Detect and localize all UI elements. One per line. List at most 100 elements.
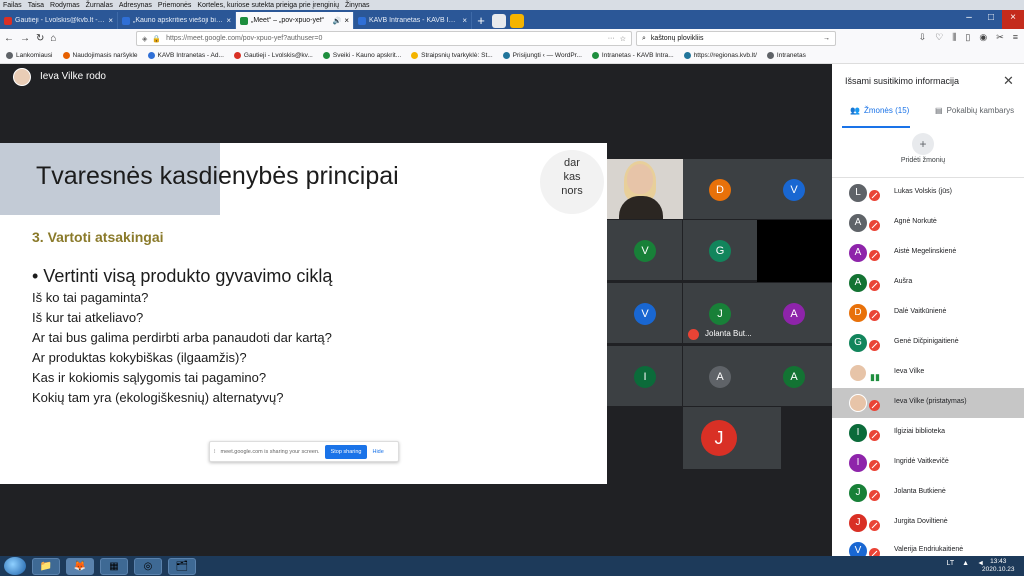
menu-help[interactable]: Žinynas: [345, 2, 370, 9]
mic-off-icon: [869, 490, 880, 501]
close-tab-icon[interactable]: ×: [226, 16, 231, 25]
firefox-icon: [62, 52, 70, 59]
participant-row[interactable]: I Ingridė Vaitkevičė: [832, 448, 1024, 478]
wordpress-icon: [683, 52, 691, 59]
chrome-icon[interactable]: ◎: [134, 557, 162, 575]
search-input[interactable]: ⌕ kaštonų plovikliis →: [636, 31, 836, 46]
bookmark-star-icon[interactable]: ☆: [620, 35, 626, 43]
tab-title: Gautieji - Lvolskis@kvb.lt - Kaun: [15, 17, 105, 24]
participant-row[interactable]: J Jolanta Butkienė: [832, 478, 1024, 508]
stop-sharing-button[interactable]: Stop sharing: [324, 444, 368, 459]
reload-icon[interactable]: ↻: [36, 33, 44, 44]
participant-row[interactable]: J Jurgita Doviltienė: [832, 508, 1024, 538]
tab-chat[interactable]: ▤ Pokalbių kambarys: [935, 106, 1014, 115]
file-explorer-icon[interactable]: 📁: [32, 557, 60, 575]
search-go-icon[interactable]: →: [823, 35, 830, 42]
minimize-icon[interactable]: –: [958, 10, 980, 29]
tab-title: „Meet“ – „pov-xpuo-yef“: [251, 17, 325, 24]
participant-row[interactable]: D Dalė Vaitkūnienė: [832, 298, 1024, 328]
menu-bookmarks[interactable]: Adresynas: [119, 2, 152, 9]
network-icon[interactable]: ▲: [962, 560, 969, 567]
bookmark-item[interactable]: Naudojimasis naršykle: [62, 52, 138, 59]
browser-tab-library[interactable]: „Kauno apskrities viešoji biblioteka ×: [118, 12, 236, 29]
bookmark-item[interactable]: Intranetas - KAVB Intra...: [591, 52, 674, 59]
participant-row[interactable]: L Lukas Volskis (jūs): [832, 178, 1024, 208]
bookmark-item[interactable]: Intranetas: [766, 52, 806, 59]
close-tab-icon[interactable]: ×: [108, 16, 113, 25]
tab-strip: Gautieji - Lvolskis@kvb.lt - Kaun × „Kau…: [0, 10, 1024, 29]
drag-handle-icon[interactable]: ⁞: [214, 449, 216, 455]
browser-tab-gmail[interactable]: Gautieji - Lvolskis@kvb.lt - Kaun ×: [0, 12, 118, 29]
participant-row[interactable]: V Valerija Endriukaitienė: [832, 536, 1024, 556]
close-icon[interactable]: ✕: [1003, 73, 1014, 89]
panel-title: Išsami susitikimo informacija: [845, 76, 960, 86]
participant-avatar: I: [634, 366, 656, 388]
app-icon[interactable]: ▦: [100, 557, 128, 575]
browser-tab-intranet[interactable]: KAVB Intranetas - KAVB Intranet ×: [354, 12, 472, 29]
participant-row[interactable]: G Genė Dičpinigaitienė: [832, 328, 1024, 358]
extension-icon[interactable]: [492, 14, 506, 28]
menu-device-tabs[interactable]: Korteles, kuriose sutekta prieiga prie į…: [197, 2, 339, 9]
menu-file[interactable]: Failas: [3, 2, 22, 9]
avatar: G: [849, 334, 867, 352]
bookmark-item[interactable]: Straipsnių tvarkyklė: St...: [411, 52, 493, 59]
browser-tab-meet[interactable]: „Meet“ – „pov-xpuo-yef“ 🔊 ×: [236, 12, 354, 29]
close-window-icon[interactable]: ×: [1002, 10, 1024, 29]
firefox-icon[interactable]: 🦊: [66, 557, 94, 575]
url-bar[interactable]: ◈ 🔒 https://meet.google.com/pov-xpuo-yef…: [136, 31, 632, 46]
clock[interactable]: 13:43 2020.10.23: [982, 558, 1015, 574]
account-icon[interactable]: ◉: [979, 32, 987, 43]
participant-row[interactable]: I Ilgiziai biblioteka: [832, 418, 1024, 448]
screenshot-icon[interactable]: ✂: [996, 32, 1004, 43]
bookmark-item[interactable]: Gautieji - Lvolskis@kv...: [233, 52, 313, 59]
speaker-icon[interactable]: 🔊: [333, 17, 342, 25]
menu-tools[interactable]: Priemonės: [158, 2, 191, 9]
participant-avatar: A: [783, 366, 805, 388]
folder-icon[interactable]: 🗂: [168, 557, 196, 575]
participant-avatar: A: [709, 366, 731, 388]
maximize-icon[interactable]: □: [980, 10, 1002, 29]
participant-name: Aušra: [894, 278, 913, 285]
bookmark-item[interactable]: https://regionas.kvb.lt/: [683, 52, 757, 59]
menu-icon[interactable]: ≡: [1013, 32, 1018, 43]
participant-row[interactable]: A Aušra: [832, 268, 1024, 298]
hide-button[interactable]: Hide: [372, 449, 383, 455]
participant-tile[interactable]: [757, 220, 832, 282]
kavb-icon: [147, 52, 155, 59]
menu-edit[interactable]: Taisa: [28, 2, 44, 9]
add-people-button[interactable]: Pridėti žmonių: [900, 157, 946, 165]
download-icon[interactable]: ⇩: [919, 32, 927, 43]
bookmark-item[interactable]: KAVB Intranetas - Ad...: [147, 52, 224, 59]
close-tab-icon[interactable]: ×: [344, 16, 349, 25]
home-icon[interactable]: ⌂: [50, 33, 56, 44]
participant-row[interactable]: ▮▮ Ieva Vilke: [832, 358, 1024, 388]
participant-avatar: V: [783, 179, 805, 201]
library-icon[interactable]: ⫼: [952, 32, 956, 43]
bookmark-item[interactable]: Prisijungti ‹ — WordPr...: [502, 52, 582, 59]
bookmark-item[interactable]: Lankomiausi: [6, 52, 53, 59]
language-indicator[interactable]: LT: [946, 560, 954, 567]
participant-row[interactable]: Ieva Vilke (pristatymas): [832, 388, 1024, 418]
intranet-icon: [358, 16, 366, 25]
participant-row[interactable]: A Aistė Megelinskienė: [832, 238, 1024, 268]
participant-row[interactable]: A Agnė Norkutė: [832, 208, 1024, 238]
gmail-icon: [4, 16, 12, 25]
mic-off-icon: [688, 329, 699, 340]
menu-history[interactable]: Žurnalas: [86, 2, 113, 9]
forward-icon[interactable]: →: [20, 33, 30, 44]
pocket-icon[interactable]: ♡: [935, 32, 943, 43]
participant-name: Genė Dičpinigaitienė: [894, 338, 959, 345]
tab-people[interactable]: 👥 Žmonės (15): [850, 106, 909, 115]
new-tab-button[interactable]: +: [472, 12, 490, 29]
slide-question: Iš ko tai pagaminta?: [32, 290, 149, 305]
menu-view[interactable]: Rodymas: [50, 2, 80, 9]
page-actions-icon[interactable]: ···: [608, 35, 615, 42]
back-icon[interactable]: ←: [4, 33, 14, 44]
sidebar-icon[interactable]: ▯: [965, 32, 970, 43]
start-button[interactable]: [4, 557, 26, 575]
add-person-icon[interactable]: +: [912, 133, 934, 155]
close-tab-icon[interactable]: ×: [462, 16, 467, 25]
bookmark-item[interactable]: Sveiki - Kauno apskrit...: [322, 52, 401, 59]
download-extension-icon[interactable]: [510, 14, 524, 28]
bookmarks-bar: Lankomiausi Naudojimasis naršykle KAVB I…: [0, 48, 1024, 64]
